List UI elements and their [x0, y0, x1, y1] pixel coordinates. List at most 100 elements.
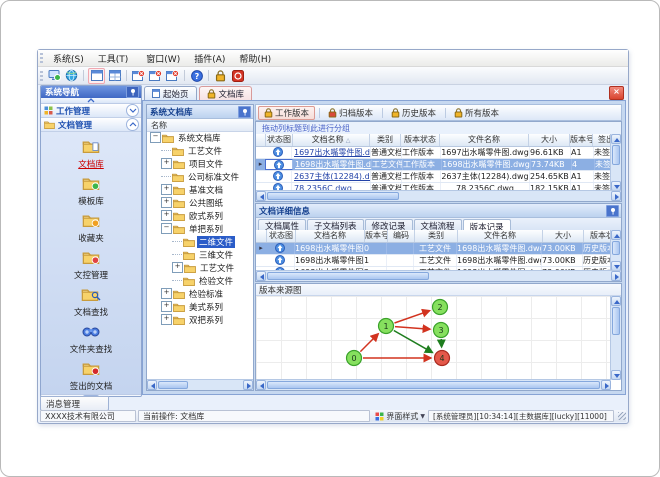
close-icon[interactable]: × — [609, 86, 624, 100]
sidebar-item-doc-control[interactable]: 文控管理 — [45, 246, 137, 283]
tree-node[interactable]: 工艺文件 — [147, 144, 253, 157]
menu-item-tools[interactable]: 工具(T) — [91, 54, 136, 66]
tree-node[interactable]: − 系统文档库 — [147, 131, 253, 144]
expand-icon[interactable]: + — [161, 184, 172, 195]
folder-icon — [173, 315, 185, 325]
column-header[interactable]: 文件名称 — [458, 230, 543, 242]
version-node-3[interactable]: 3 — [432, 321, 450, 339]
sidebar-item-library[interactable]: 文档库 — [45, 135, 137, 172]
pin-icon[interactable] — [126, 86, 139, 98]
table-row[interactable]: 2637主体(12284).dwg普通文档工作版本2637主体(12284).d… — [256, 171, 621, 183]
close-other-windows-icon[interactable] — [165, 69, 180, 83]
version-node-1[interactable]: 1 — [377, 317, 395, 335]
tree-node[interactable]: 公司标准文件 — [147, 170, 253, 183]
tree-node[interactable]: + 公共图纸 — [147, 196, 253, 209]
close-window-icon[interactable] — [131, 69, 146, 83]
version-table-hscrollbar[interactable] — [256, 270, 621, 281]
version-filter-history[interactable]: 历史版本 — [386, 107, 441, 119]
resize-grip[interactable] — [618, 412, 626, 420]
chevron-down-icon[interactable] — [126, 104, 139, 117]
version-node-0[interactable]: 0 — [345, 349, 363, 367]
expand-icon[interactable]: + — [161, 158, 172, 169]
menu-item-plugins[interactable]: 插件(A) — [187, 54, 232, 66]
sidebar-group-work[interactable]: 工作管理 — [41, 104, 141, 118]
expand-icon[interactable]: + — [161, 288, 172, 299]
expand-icon[interactable]: + — [161, 197, 172, 208]
version-filter-archive[interactable]: 归档版本 — [323, 107, 378, 119]
column-header[interactable]: 版本号 — [570, 134, 593, 146]
column-header[interactable]: 版本号 — [365, 230, 388, 242]
tree-node-label: 检验标准 — [189, 289, 224, 300]
expand-icon[interactable]: + — [161, 301, 172, 312]
message-management-tab[interactable]: 消息管理 — [40, 396, 109, 411]
expand-icon[interactable]: + — [161, 210, 172, 221]
column-header[interactable]: 状态图 — [267, 230, 296, 242]
menu-item-help[interactable]: 帮助(H) — [232, 54, 278, 66]
tree-node[interactable]: + 基准文档 — [147, 183, 253, 196]
pin-icon[interactable] — [606, 204, 619, 217]
column-header[interactable]: 类别 — [370, 134, 401, 146]
version-table-vscrollbar[interactable] — [610, 230, 621, 271]
window-icon[interactable] — [88, 67, 105, 84]
tree-node[interactable]: + 项目文件 — [147, 157, 253, 170]
collapse-icon[interactable]: − — [161, 223, 172, 234]
tree-node[interactable]: + 检验标准 — [147, 287, 253, 300]
version-filter-all[interactable]: 所有版本 — [449, 107, 504, 119]
pin-icon[interactable] — [238, 105, 251, 118]
tree-node[interactable]: − 单把系列 — [147, 222, 253, 235]
chevron-up-icon[interactable] — [126, 118, 139, 131]
interface-style-button[interactable]: 界面样式 ▼ — [375, 411, 425, 422]
document-table-vscrollbar[interactable] — [610, 134, 621, 191]
globe-icon[interactable] — [64, 69, 79, 83]
sidebar-item-folder-search[interactable]: 文件夹查找 — [45, 320, 137, 357]
table-row[interactable]: ▸1698出水嘴零件图.dwg工艺文件工作版本1698出水嘴零件图.dwg73.… — [256, 159, 621, 171]
tree-horizontal-scrollbar[interactable] — [147, 379, 253, 390]
column-header[interactable]: 类别 — [415, 230, 458, 242]
table-row[interactable]: ▸1698出水嘴零件图.dwg0工艺文件1698出水嘴零件图.dwg73.00K… — [256, 243, 621, 255]
column-header[interactable]: 版本状态 — [401, 134, 440, 146]
column-header[interactable]: 状态图 — [266, 134, 293, 146]
table-row[interactable]: 1697出水嘴零件图.dwg普通文档工作版本1697出水嘴零件图.dwg96.6… — [256, 147, 621, 159]
table-row[interactable]: 1698出水嘴零件图.dwg1工艺文件1698出水嘴零件图.dwg73.00KB… — [256, 255, 621, 267]
version-node-4[interactable]: 4 — [433, 349, 451, 367]
tree-node[interactable]: + 欧式系列 — [147, 209, 253, 222]
sidebar-item-favorites[interactable]: 收藏夹 — [45, 209, 137, 246]
sidebar-item-template[interactable]: 模板库 — [45, 172, 137, 209]
graph-vscrollbar[interactable] — [610, 296, 621, 380]
graph-hscrollbar[interactable] — [256, 379, 611, 390]
tab-doc-library[interactable]: 文档库 — [198, 86, 253, 100]
version-node-2[interactable]: 2 — [431, 298, 449, 316]
cell[interactable]: 1697出水嘴零件图.dwg — [292, 147, 371, 158]
column-header[interactable]: 文档名称 — [296, 230, 365, 242]
help-icon[interactable]: ? — [189, 69, 204, 83]
menu-item-system[interactable]: 系统(S) — [46, 54, 91, 66]
column-header[interactable]: 大小 — [529, 134, 570, 146]
tree-node[interactable]: 检验文件 — [147, 274, 253, 287]
column-header[interactable]: 编码 — [388, 230, 415, 242]
tree-node[interactable]: + 美式系列 — [147, 300, 253, 313]
monitor-icon[interactable] — [47, 69, 62, 83]
expand-icon[interactable]: + — [161, 314, 172, 325]
sidebar-item-doc-search[interactable]: 文档查找 — [45, 283, 137, 320]
sidebar-item-checked-out[interactable]: 签出的文档 — [45, 357, 137, 394]
close-all-windows-icon[interactable] — [148, 69, 163, 83]
tab-start-page[interactable]: 起始页 — [144, 86, 197, 100]
tree-node[interactable]: + 工艺文件 — [147, 261, 253, 274]
lock-icon[interactable] — [213, 69, 228, 83]
collapse-icon[interactable]: − — [150, 132, 161, 143]
sidebar-group-documents[interactable]: 文档管理 — [41, 118, 141, 132]
column-header[interactable]: 文档名称 △ — [293, 134, 370, 146]
column-header[interactable]: 文件名称 — [440, 134, 529, 146]
tree-node[interactable]: + 双把系列 — [147, 313, 253, 326]
power-icon[interactable] — [230, 69, 245, 83]
tree-node[interactable]: 二维文件 — [147, 235, 253, 248]
cell[interactable]: 2637主体(12284).dwg — [292, 171, 371, 182]
expand-icon[interactable]: + — [172, 262, 183, 273]
document-table-hscrollbar[interactable] — [256, 190, 621, 201]
version-filter-work[interactable]: 工作版本 — [258, 105, 316, 120]
menu-item-window[interactable]: 窗口(W) — [139, 54, 187, 66]
cell[interactable]: 1698出水嘴零件图.dwg — [293, 159, 372, 170]
tree-node[interactable]: 三维文件 — [147, 248, 253, 261]
column-header[interactable]: 大小 — [543, 230, 584, 242]
window-grid-icon[interactable] — [107, 69, 122, 83]
